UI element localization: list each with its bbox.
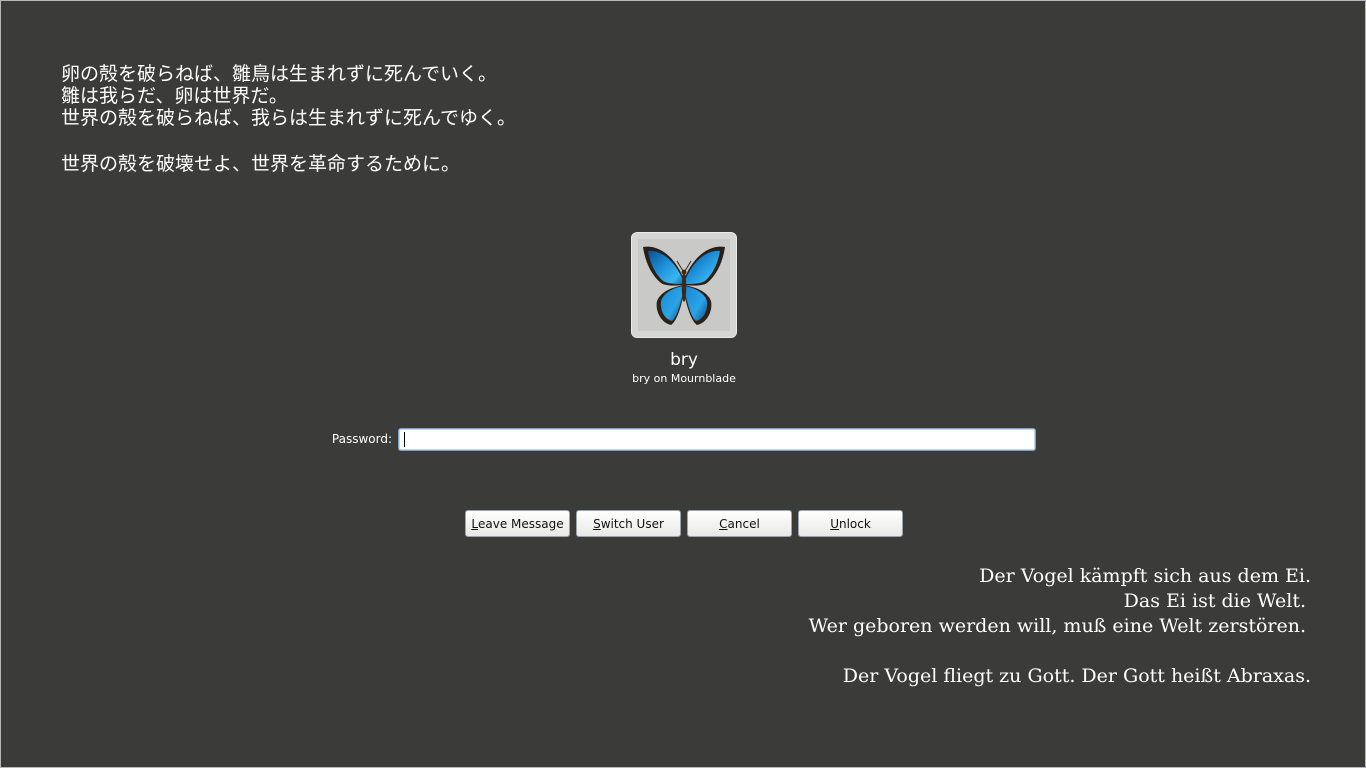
leave-message-button[interactable]: Leave Message xyxy=(465,510,570,537)
butterfly-icon xyxy=(638,239,730,331)
german-quote-spacer xyxy=(809,639,1311,664)
switch-user-button[interactable]: Switch User xyxy=(576,510,681,537)
leave-message-mnemonic: L xyxy=(471,516,479,531)
unlock-button[interactable]: Unlock xyxy=(798,510,903,537)
german-quote: Der Vogel kämpft sich aus dem Ei. Das Ei… xyxy=(809,564,1311,689)
german-quote-line: Wer geboren werden will, muß eine Welt z… xyxy=(808,615,1306,637)
user-name: bry xyxy=(670,350,698,370)
cancel-mnemonic: C xyxy=(719,516,728,531)
cancel-label: ancel xyxy=(727,516,760,531)
user-host-line: bry on Mournblade xyxy=(632,372,736,385)
leave-message-label: eave Message xyxy=(478,516,564,531)
switch-user-mnemonic: S xyxy=(593,516,601,531)
german-quote-line: Der Vogel kämpft sich aus dem Ei. xyxy=(979,565,1311,587)
password-input[interactable] xyxy=(398,428,1036,451)
switch-user-label: witch User xyxy=(600,516,664,531)
japanese-quote-spacer xyxy=(61,129,516,153)
japanese-quote-line: 世界の殻を破壊せよ、世界を革命するために。 xyxy=(61,153,461,175)
password-label: Password: xyxy=(331,432,392,446)
japanese-quote-line: 雛は我らだ、卵は世界だ。 xyxy=(61,85,288,107)
cancel-button[interactable]: Cancel xyxy=(687,510,792,537)
lock-screen: 卵の殻を破らねば、雛鳥は生まれずに死んでいく。 雛は我らだ、卵は世界だ。 世界の… xyxy=(0,0,1366,768)
japanese-quote-line: 世界の殻を破らねば、我らは生まれずに死んでゆく。 xyxy=(61,107,517,129)
unlock-mnemonic: U xyxy=(830,516,839,531)
japanese-quote-line: 卵の殻を破らねば、雛鳥は生まれずに死んでいく。 xyxy=(61,63,498,85)
german-quote-line: Der Vogel fliegt zu Gott. Der Gott heißt… xyxy=(842,665,1311,687)
german-quote-line: Das Ei ist die Welt. xyxy=(1123,590,1306,612)
japanese-quote: 卵の殻を破らねば、雛鳥は生まれずに死んでいく。 雛は我らだ、卵は世界だ。 世界の… xyxy=(61,63,516,175)
text-caret xyxy=(404,432,405,447)
user-avatar xyxy=(631,232,737,338)
unlock-label: nlock xyxy=(838,516,871,531)
